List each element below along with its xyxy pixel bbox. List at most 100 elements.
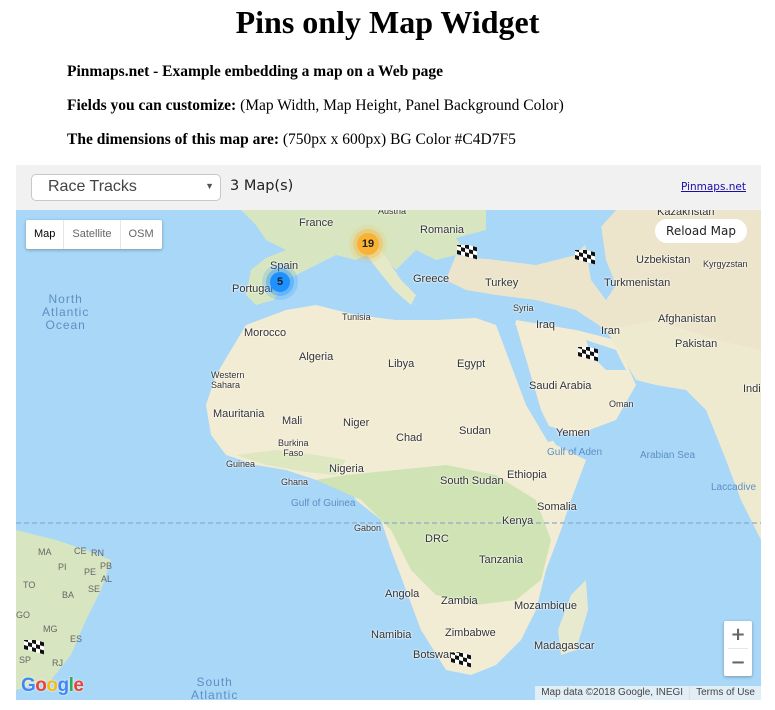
label-france: France bbox=[299, 217, 334, 229]
label-state-sp: SP bbox=[19, 655, 32, 665]
label-state-pi: PI bbox=[58, 562, 67, 572]
label-kazakhstan: Kazakhstan bbox=[657, 210, 715, 218]
label-western-sahara: Western Sahara bbox=[211, 370, 245, 390]
label-south-atlantic: South Atlantic bbox=[191, 675, 239, 701]
label-kenya: Kenya bbox=[502, 515, 534, 527]
map-type-control: Map Satellite OSM bbox=[26, 220, 162, 249]
label-iraq: Iraq bbox=[536, 319, 555, 331]
label-austria: Austria bbox=[378, 210, 407, 216]
label-state-al: AL bbox=[101, 574, 113, 584]
checkered-flag-icon[interactable] bbox=[24, 640, 46, 655]
label-namibia: Namibia bbox=[371, 629, 412, 641]
label-romania: Romania bbox=[420, 224, 465, 236]
label-saudi-arabia: Saudi Arabia bbox=[529, 380, 592, 392]
checkered-flag-icon[interactable] bbox=[575, 250, 597, 265]
cluster-count: 19 bbox=[361, 238, 375, 250]
label-state-ce: CE bbox=[74, 546, 87, 556]
map-widget: Race Tracks ▼ 3 Map(s) Pinmaps.net Austr… bbox=[16, 165, 761, 700]
label-algeria: Algeria bbox=[299, 351, 334, 363]
label-state-pb: PB bbox=[100, 561, 113, 571]
map-count: 3 Map(s) bbox=[230, 178, 294, 194]
map-type-satellite[interactable]: Satellite bbox=[64, 220, 121, 249]
label-zimbabwe: Zimbabwe bbox=[445, 627, 496, 639]
label-drc: DRC bbox=[425, 533, 449, 545]
label-arabian-sea: Arabian Sea bbox=[640, 450, 696, 461]
label-egypt: Egypt bbox=[457, 358, 486, 370]
checkered-flag-icon[interactable] bbox=[578, 347, 600, 362]
map-type-map[interactable]: Map bbox=[26, 220, 65, 249]
label-ethiopia: Ethiopia bbox=[507, 469, 547, 481]
label-uzbekistan: Uzbekistan bbox=[636, 254, 691, 266]
label-laccadive: Laccadive bbox=[711, 482, 757, 493]
dropdown-arrow-icon: ▼ bbox=[205, 181, 214, 191]
label-gulf-of-aden: Gulf of Aden bbox=[547, 447, 603, 458]
label-nigeria: Nigeria bbox=[329, 463, 364, 475]
label-state-se: SE bbox=[88, 584, 101, 594]
label-iran: Iran bbox=[601, 325, 620, 337]
checkered-flag-icon[interactable] bbox=[457, 245, 479, 260]
label-pakistan: Pakistan bbox=[675, 338, 718, 350]
label-oman: Oman bbox=[609, 399, 634, 409]
checkered-flag-icon[interactable] bbox=[451, 653, 473, 668]
label-state-go: GO bbox=[16, 610, 31, 620]
label-south-sudan: South Sudan bbox=[440, 475, 504, 487]
label-libya: Libya bbox=[388, 358, 415, 370]
intro-text: Pinmaps.net - Example embedding a map on… bbox=[67, 63, 444, 80]
label-yemen: Yemen bbox=[556, 427, 590, 439]
label-zambia: Zambia bbox=[441, 595, 478, 607]
label-turkey: Turkey bbox=[485, 277, 519, 289]
label-mozambique: Mozambique bbox=[514, 600, 577, 612]
map-category-value: Race Tracks bbox=[48, 178, 137, 195]
dimensions-label: The dimensions of this map are: bbox=[67, 131, 279, 148]
zoom-out-button[interactable]: − bbox=[724, 649, 752, 676]
label-state-rj: RJ bbox=[52, 658, 63, 668]
terms-of-use-link[interactable]: Terms of Use bbox=[689, 686, 761, 700]
label-state-to: TO bbox=[23, 580, 36, 590]
cluster-count: 5 bbox=[276, 276, 284, 288]
label-morocco: Morocco bbox=[244, 327, 287, 339]
label-guinea: Guinea bbox=[226, 459, 256, 469]
fields-line: Fields you can customize: (Map Width, Ma… bbox=[67, 97, 564, 115]
label-state-ba: BA bbox=[62, 590, 75, 600]
label-niger: Niger bbox=[343, 417, 370, 429]
pinmaps-link[interactable]: Pinmaps.net bbox=[681, 181, 746, 193]
label-state-rn: RN bbox=[91, 548, 104, 558]
label-ghana: Ghana bbox=[281, 477, 309, 487]
label-gabon: Gabon bbox=[354, 523, 382, 533]
label-greece: Greece bbox=[413, 273, 450, 285]
label-somalia: Somalia bbox=[537, 501, 577, 513]
map-category-select[interactable]: Race Tracks ▼ bbox=[31, 174, 221, 201]
label-state-ma: MA bbox=[38, 547, 52, 557]
google-logo[interactable]: Google bbox=[21, 675, 84, 697]
label-madagascar: Madagascar bbox=[534, 640, 595, 652]
fields-value: (Map Width, Map Height, Panel Background… bbox=[236, 97, 564, 114]
map-canvas[interactable]: Austria France Romania Kazakhstan Spain … bbox=[16, 210, 761, 700]
label-chad: Chad bbox=[396, 432, 423, 444]
widget-panel: Race Tracks ▼ 3 Map(s) Pinmaps.net bbox=[16, 165, 761, 210]
label-north-atlantic-ocean: North Atlantic Ocean bbox=[42, 292, 90, 332]
map-data-credit: Map data ©2018 Google, INEGI bbox=[535, 686, 690, 700]
label-gulf-of-guinea: Gulf of Guinea bbox=[291, 498, 356, 509]
label-afghanistan: Afghanistan bbox=[658, 313, 717, 325]
label-turkmenistan: Turkmenistan bbox=[604, 277, 671, 289]
label-tunisia: Tunisia bbox=[342, 312, 371, 322]
map-type-osm[interactable]: OSM bbox=[121, 220, 162, 249]
fields-label: Fields you can customize: bbox=[67, 97, 237, 114]
page-title: Pins only Map Widget bbox=[235, 4, 540, 40]
marker-cluster-spain[interactable]: 5 bbox=[270, 272, 290, 292]
label-mali: Mali bbox=[282, 415, 303, 427]
label-spain: Spain bbox=[270, 260, 299, 272]
marker-cluster-italy[interactable]: 19 bbox=[357, 233, 379, 255]
label-sudan: Sudan bbox=[459, 425, 491, 437]
label-state-mg: MG bbox=[43, 624, 58, 634]
label-state-pe: PE bbox=[84, 567, 97, 577]
label-india: Indi bbox=[743, 383, 761, 395]
label-syria: Syria bbox=[513, 303, 534, 313]
reload-map-button[interactable]: Reload Map bbox=[655, 219, 747, 243]
label-tanzania: Tanzania bbox=[479, 554, 524, 566]
zoom-in-button[interactable]: + bbox=[724, 621, 752, 648]
label-burkina-faso: Burkina Faso bbox=[278, 438, 309, 458]
dimensions-value: (750px x 600px) BG Color #C4D7F5 bbox=[279, 131, 516, 148]
label-state-es: ES bbox=[70, 634, 83, 644]
dimensions-line: The dimensions of this map are: (750px x… bbox=[67, 131, 516, 149]
